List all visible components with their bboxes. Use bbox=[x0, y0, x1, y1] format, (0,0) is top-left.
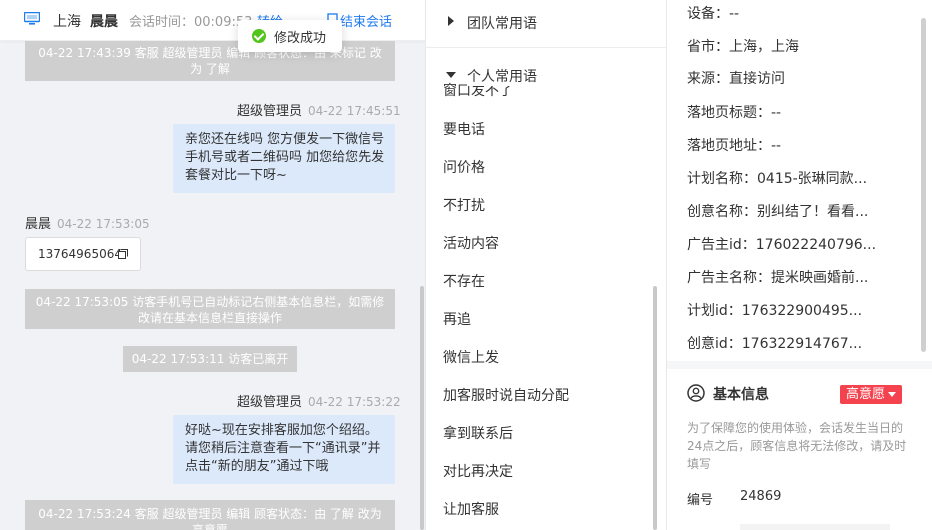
team-phrases-label: 团队常用语 bbox=[467, 16, 537, 32]
agent-message: 好哒~现在安排客服加您个绍绍。请您稍后注意查看一下“通讯录”并点击“新的朋友”通… bbox=[173, 415, 395, 484]
intent-status-label: 高意愿 bbox=[846, 387, 886, 402]
caret-down-icon bbox=[888, 392, 897, 397]
system-message: 04-22 17:53:11 访客已离开 bbox=[123, 346, 297, 372]
phrase-item[interactable]: 活动内容 bbox=[443, 233, 499, 253]
info-plan-id: 计划id：176322900495... bbox=[687, 303, 863, 319]
info-advertiser-id: 广告主id：176022240796... bbox=[687, 237, 877, 253]
phrase-item[interactable]: 再追 bbox=[443, 309, 471, 329]
team-phrases-group[interactable]: 团队常用语 bbox=[426, 0, 666, 48]
chat-pane: 上海 晨晨 会话时间：00:09:53 转给 结束会话 04-22 17:43:… bbox=[0, 0, 426, 530]
success-icon bbox=[252, 29, 266, 43]
toast-notification: 修改成功 bbox=[238, 20, 343, 52]
caret-right-icon bbox=[448, 16, 454, 26]
sender-name: 晨晨 bbox=[25, 217, 52, 232]
visitor-info-pane: 设备：-- 省市：上海，上海 来源：直接访问 落地页标题：-- 落地页地址：--… bbox=[667, 0, 932, 530]
end-session-button[interactable]: 结束会话 bbox=[340, 11, 392, 30]
user-icon bbox=[687, 384, 705, 402]
message-time: 04-22 17:53:22 bbox=[308, 395, 401, 409]
info-landing-url: 落地页地址：-- bbox=[687, 138, 782, 154]
agent-message: 亲您还在线吗 您方便发一下微信号 手机号或者二维码吗 加您给您先发套餐对比一下呀… bbox=[173, 124, 395, 193]
system-message: 04-22 17:53:05 访客手机号已自动标记右侧基本信息栏，如需修改请在基… bbox=[25, 289, 395, 329]
toast-text: 修改成功 bbox=[274, 30, 327, 46]
basic-info-title: 基本信息 bbox=[713, 387, 769, 403]
copy-icon[interactable] bbox=[118, 249, 128, 259]
info-scrollbar[interactable] bbox=[921, 18, 926, 352]
chat-header: 上海 晨晨 会话时间：00:09:53 转给 结束会话 bbox=[0, 0, 425, 41]
phrase-item[interactable]: 要电话 bbox=[443, 119, 485, 139]
info-location: 省市：上海，上海 bbox=[687, 39, 799, 55]
session-time: 会话时间：00:09:53 bbox=[129, 15, 253, 30]
chat-scrollbar[interactable] bbox=[420, 286, 424, 530]
info-landing-title: 落地页标题：-- bbox=[687, 105, 782, 121]
phrase-item[interactable]: 微信上发 bbox=[443, 347, 499, 367]
intent-status-dropdown[interactable]: 高意愿 bbox=[840, 385, 903, 404]
phrase-item[interactable]: 不打扰 bbox=[443, 195, 485, 215]
agent-sender: 超级管理员 04-22 17:45:51 bbox=[237, 100, 401, 119]
next-field-input[interactable] bbox=[740, 524, 890, 530]
visitor-phone-message[interactable]: 13764965064 bbox=[25, 237, 141, 271]
caret-down-icon bbox=[446, 72, 456, 78]
info-creative-name: 创意名称：别纠结了！看看... bbox=[687, 204, 869, 220]
agent-sender: 超级管理员 04-22 17:53:22 bbox=[237, 391, 401, 410]
info-advertiser-name: 广告主名称：提米映画婚前... bbox=[687, 270, 869, 286]
visitor-city: 上海 bbox=[53, 14, 81, 30]
section-divider bbox=[667, 361, 932, 369]
personal-phrases-label[interactable]: 个人常用语 bbox=[467, 66, 543, 86]
phrases-pane: 团队常用语 窗口发不了 个人常用语 要电话 问价格 不打扰 活动内容 不存在 再… bbox=[426, 0, 667, 530]
monitor-icon bbox=[24, 12, 40, 25]
info-plan-name: 计划名称：0415-张琳同款... bbox=[687, 171, 868, 187]
phrases-scrollbar[interactable] bbox=[653, 286, 657, 530]
number-value: 24869 bbox=[740, 489, 782, 504]
edit-notice: 为了保障您的使用体验，会话发生当日的24点之后，顾客信息将无法修改，请及时填写 bbox=[687, 421, 907, 471]
phrase-item[interactable]: 不存在 bbox=[443, 271, 485, 291]
phrase-item[interactable]: 问价格 bbox=[443, 157, 485, 177]
message-time: 04-22 17:45:51 bbox=[308, 104, 401, 118]
number-label: 编号 bbox=[687, 493, 714, 508]
sender-name: 超级管理员 bbox=[237, 104, 303, 119]
phrase-item[interactable]: 对比再决定 bbox=[443, 461, 513, 481]
phrase-item[interactable]: 拿到联系后 bbox=[443, 423, 513, 443]
info-source: 来源：直接访问 bbox=[687, 71, 785, 87]
phrase-item[interactable]: 让加客服 bbox=[443, 499, 499, 519]
visitor-name: 晨晨 bbox=[90, 14, 118, 30]
info-creative-id: 创意id：176322914767... bbox=[687, 336, 863, 352]
visitor-sender: 晨晨 04-22 17:53:05 bbox=[25, 213, 150, 232]
phrase-item[interactable]: 加客服时说自动分配 bbox=[443, 385, 569, 405]
sender-name: 超级管理员 bbox=[237, 395, 303, 410]
visitor-phone: 13764965064 bbox=[38, 247, 122, 261]
info-device: 设备：-- bbox=[687, 6, 740, 22]
system-message: 04-22 17:53:24 客服 超级管理员 编辑 顾客状态：由 了解 改为 … bbox=[25, 500, 395, 530]
message-time: 04-22 17:53:05 bbox=[57, 217, 150, 231]
